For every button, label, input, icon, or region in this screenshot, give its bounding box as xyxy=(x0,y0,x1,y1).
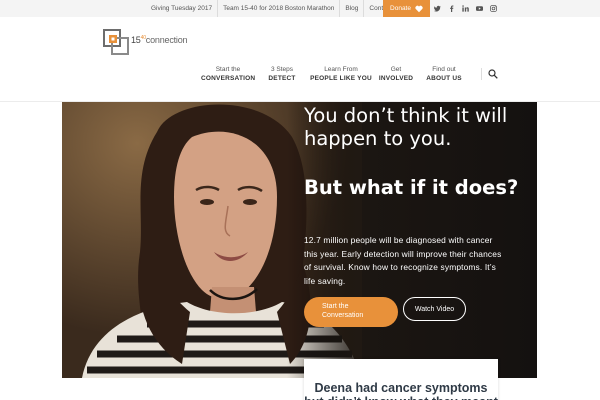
twitter-icon[interactable] xyxy=(430,0,444,17)
nav-item-line1: Get xyxy=(390,66,402,73)
hero-headline-bold: But what if it does? xyxy=(304,176,519,199)
nav-get-involved[interactable]: Get INVOLVED xyxy=(376,66,416,86)
nav-start-conversation[interactable]: Start the CONVERSATION xyxy=(201,66,255,86)
watch-video-label: Watch Video xyxy=(414,305,455,313)
logo-suffix: connection xyxy=(145,35,188,45)
nav-detect[interactable]: 3 Steps DETECT xyxy=(264,66,300,86)
heart-icon xyxy=(415,5,423,12)
utility-bar: Giving Tuesday 2017 Team 15-40 for 2018 … xyxy=(0,0,600,17)
instagram-icon[interactable] xyxy=(486,0,500,17)
hero-lede: 12.7 million people will be diagnosed wi… xyxy=(304,235,502,286)
nav-item-line2: ABOUT US xyxy=(426,75,462,82)
donate-label: Donate xyxy=(390,5,411,12)
logo-wordmark: 1540connection xyxy=(131,35,188,45)
social-links xyxy=(430,0,500,17)
utility-links: Giving Tuesday 2017 Team 15-40 for 2018 … xyxy=(146,0,397,17)
nav-item-line2: DETECT xyxy=(268,75,296,82)
logo-number-15: 15 xyxy=(131,35,141,45)
start-button-line2: Conversation xyxy=(322,312,364,319)
donate-button[interactable]: Donate xyxy=(383,0,430,17)
nav-about-us[interactable]: Find out ABOUT US xyxy=(424,66,464,86)
nav-item-line1: Find out xyxy=(432,66,456,73)
link-team-boston-marathon[interactable]: Team 15-40 for 2018 Boston Marathon xyxy=(217,0,339,17)
youtube-icon[interactable] xyxy=(472,0,486,17)
hero-banner: You don’t think it will happen to you. B… xyxy=(62,102,537,378)
facebook-icon[interactable] xyxy=(444,0,458,17)
start-button-line1: Start the xyxy=(322,303,349,310)
site-header: 1540connection Start the CONVERSATION 3 … xyxy=(0,17,600,102)
site-logo[interactable]: 1540connection xyxy=(103,29,188,55)
hero-headline: You don’t think it will happen to you. xyxy=(304,104,508,150)
linkedin-icon[interactable] xyxy=(458,0,472,17)
nav-item-line2: CONVERSATION xyxy=(201,75,256,82)
start-conversation-button[interactable]: Start the Conversation xyxy=(304,297,398,327)
nav-item-line2: INVOLVED xyxy=(378,75,414,82)
nav-divider xyxy=(481,68,482,80)
nav-item-line1: Start the xyxy=(215,66,241,73)
watch-video-button[interactable]: Watch Video xyxy=(403,297,466,321)
search-icon[interactable] xyxy=(488,69,498,79)
link-giving-tuesday[interactable]: Giving Tuesday 2017 xyxy=(146,0,217,17)
story-card-title: Deena had cancer symptoms but didn’t kno… xyxy=(304,381,498,400)
nav-item-line1: 3 Steps xyxy=(270,66,294,73)
nav-item-line2: PEOPLE LIKE YOU xyxy=(310,75,372,82)
logo-mark-icon xyxy=(103,29,129,55)
nav-people-like-you[interactable]: Learn From PEOPLE LIKE YOU xyxy=(310,66,372,86)
nav-item-line1: Learn From xyxy=(324,66,358,73)
link-blog[interactable]: Blog xyxy=(339,0,363,17)
story-card[interactable]: Deena had cancer symptoms but didn’t kno… xyxy=(304,359,498,400)
